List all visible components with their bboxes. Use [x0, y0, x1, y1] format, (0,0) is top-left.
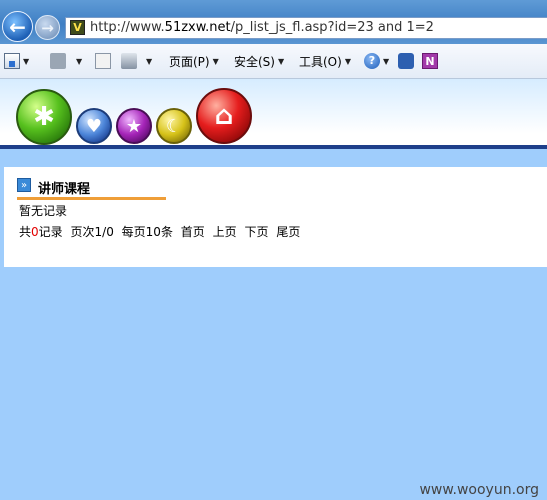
per-page-value: 10	[145, 225, 161, 239]
chevron-down-icon: ▼	[277, 56, 285, 66]
puzzle-icon[interactable]: ✱	[16, 89, 72, 145]
prev-page-link[interactable]: 上页	[213, 225, 237, 239]
onenote-button[interactable]: N	[422, 53, 438, 69]
tools-menu[interactable]: 工具(O) ▼	[299, 53, 351, 69]
back-button[interactable]: ←	[2, 11, 33, 42]
star-icon[interactable]: ★	[116, 108, 152, 144]
chevron-down-icon[interactable]: ▼	[146, 57, 152, 66]
heart-icon[interactable]: ♥	[76, 108, 112, 144]
mail-icon	[95, 53, 111, 69]
read-mail-button[interactable]	[95, 53, 111, 69]
page-menu[interactable]: 页面(P) ▼	[169, 53, 219, 69]
arrow-right-icon: →	[41, 18, 54, 37]
page-menu-label: 页面(P)	[169, 54, 210, 69]
research-icon	[398, 53, 414, 69]
arrow-left-icon: ←	[9, 14, 26, 39]
per-page-prefix: 每页	[121, 225, 146, 239]
chevron-down-icon[interactable]: ▼	[76, 57, 82, 66]
home-icon	[4, 53, 20, 69]
help-icon: ?	[364, 53, 380, 69]
safety-menu[interactable]: 安全(S) ▼	[234, 53, 284, 69]
help-button[interactable]: ? ▼	[364, 53, 389, 69]
url-domain: 51zxw.net	[164, 20, 231, 35]
pagination: 共0记录 页次1/0 每页10条 首页 上页 下页 尾页	[19, 223, 304, 240]
total-suffix: 记录	[38, 225, 63, 239]
empty-message: 暂无记录	[19, 204, 68, 218]
chevron-down-icon: ▼	[212, 56, 219, 66]
print-button[interactable]: ▼	[121, 53, 152, 69]
chevron-down-icon: ▼	[344, 56, 351, 66]
browser-titlebar: ← → V http://www.51zxw.net/p_list_js_fl.…	[0, 0, 547, 44]
url-prefix: http://www.	[90, 20, 165, 35]
onenote-icon: N	[422, 53, 438, 69]
safety-menu-label: 安全(S)	[234, 54, 275, 69]
tools-menu-label: 工具(O)	[299, 54, 342, 69]
printer-icon	[121, 53, 137, 69]
first-page-link[interactable]: 首页	[181, 225, 205, 239]
url-path: /p_list_js_fl.asp?id=23 and 1=2	[230, 20, 434, 35]
chevron-down-icon: ▼	[383, 56, 390, 66]
moon-icon[interactable]: ☾	[156, 108, 192, 144]
total-count: 0	[31, 225, 39, 239]
content-panel: » 讲师课程 暂无记录 共0记录 页次1/0 每页10条 首页 上页 下页 尾页	[4, 167, 547, 267]
address-bar[interactable]: V http://www.51zxw.net/p_list_js_fl.asp?…	[65, 17, 547, 39]
last-page-link[interactable]: 尾页	[276, 225, 300, 239]
home-button[interactable]: ▼	[4, 53, 29, 69]
url-text[interactable]: http://www.51zxw.net/p_list_js_fl.asp?id…	[90, 20, 434, 35]
page-value: 1/0	[94, 225, 114, 239]
chevron-down-icon[interactable]: ▼	[23, 57, 29, 66]
research-button[interactable]	[398, 53, 414, 69]
total-prefix: 共	[19, 225, 32, 239]
watermark: www.wooyun.org	[419, 482, 539, 498]
header-divider	[0, 145, 547, 149]
double-chevron-right-icon: »	[17, 178, 31, 192]
home-nav-icon[interactable]: ⌂	[196, 88, 252, 144]
next-page-link[interactable]: 下页	[244, 225, 268, 239]
site-favicon-icon: V	[70, 20, 85, 35]
section-title: 讲师课程	[38, 182, 91, 197]
feed-icon	[50, 53, 66, 69]
forward-button[interactable]: →	[35, 15, 60, 40]
feeds-button[interactable]: ▼	[50, 53, 82, 69]
page-label: 页次	[70, 225, 95, 239]
per-page-suffix: 条	[160, 225, 173, 239]
section-underline	[17, 197, 166, 200]
command-bar: ▼ ▼ ▼ 页面(P) ▼ 安全(S) ▼ 工具(O) ▼ ? ▼ N	[0, 44, 547, 79]
